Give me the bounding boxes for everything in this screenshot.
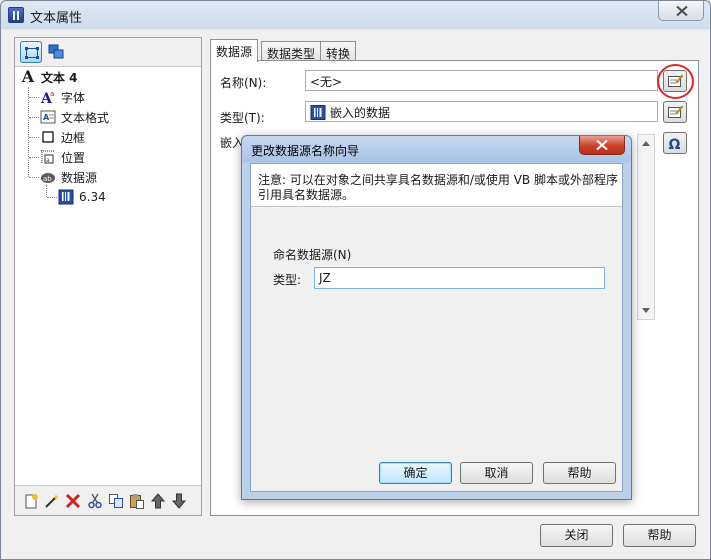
svg-text:A: A [43, 113, 50, 122]
svg-text:ab: ab [43, 175, 52, 183]
paste-icon [130, 494, 144, 509]
new-item-button[interactable] [21, 491, 41, 511]
paste-button[interactable] [127, 491, 147, 511]
window-close-button[interactable] [658, 1, 704, 21]
wizard-body: 注意: 可以在对象之间共享具名数据源和/或使用 VB 脚本或外部程序 引用具名数… [250, 163, 623, 492]
position-icon: a [40, 149, 56, 165]
tree-root-label: 文本 4 [41, 70, 78, 85]
tab-data-type[interactable]: 数据类型 [261, 41, 322, 61]
border-icon [40, 129, 56, 145]
tree-connector [29, 117, 39, 118]
tree-item-label: 6.34 [79, 190, 106, 204]
tree-item-label: 边框 [61, 130, 86, 145]
change-type-button[interactable] [663, 101, 687, 123]
tree-item-border[interactable]: 边框 [40, 127, 85, 147]
tree-item-data-source[interactable]: ab 数据源 [40, 167, 97, 187]
window-title: 文本属性 [30, 11, 83, 26]
close-icon [676, 6, 688, 16]
barcode-app-icon [8, 7, 24, 23]
delete-x-icon [65, 493, 81, 509]
object-tree-panel: A 文本 4 Aa 字体 A 文本格式 边框 a 位置 ab 数据源 6.34 [14, 37, 202, 516]
embedded-data-scrollbar[interactable] [637, 134, 655, 320]
tree-item-root[interactable]: A 文本 4 [20, 67, 78, 87]
tree-item-label: 文本格式 [61, 110, 110, 125]
name-label: 名称(N): [220, 76, 267, 90]
text-properties-window: 文本属性 A 文本 4 A a 字体 A 文本格式 边框 a 位置 ab 数据源… [0, 0, 711, 560]
text-object-icon: A [21, 67, 35, 86]
move-down-button[interactable] [169, 491, 189, 511]
embedded-data-icon [310, 105, 326, 120]
wizard-type-label: 类型: [273, 273, 302, 287]
tree-item-embedded-value[interactable]: 6.34 [58, 187, 106, 207]
tree-connector [29, 157, 39, 158]
cut-button[interactable] [85, 491, 105, 511]
tree-connector [29, 177, 39, 178]
move-up-button[interactable] [148, 491, 168, 511]
tree-connector [29, 137, 39, 138]
tree-item-text-format[interactable]: A 文本格式 [40, 107, 109, 127]
edit-properties-icon [668, 105, 683, 118]
select-object-button[interactable] [20, 41, 42, 63]
tab-conversion[interactable]: 转换 [320, 41, 357, 61]
tree-item-label: 字体 [61, 90, 86, 105]
delete-button[interactable] [63, 491, 83, 511]
svg-text:a: a [50, 90, 54, 98]
arrow-down-icon [171, 493, 187, 509]
data-source-name-input[interactable]: JZ [314, 267, 605, 289]
font-icon: Aa [40, 89, 56, 105]
close-button[interactable]: 关闭 [540, 524, 613, 547]
omega-icon: Ω [669, 137, 681, 151]
magic-wand-icon [45, 494, 60, 508]
wizard-help-button[interactable]: 帮助 [543, 462, 616, 484]
scroll-up-arrow[interactable] [642, 141, 650, 146]
tree-edit-toolbar [19, 489, 199, 513]
new-document-icon [25, 494, 38, 509]
close-icon [596, 140, 608, 150]
layers-button[interactable] [45, 41, 67, 63]
wizard-button[interactable] [42, 491, 62, 511]
wizard-note: 注意: 可以在对象之间共享具名数据源和/或使用 VB 脚本或外部程序 引用具名数… [251, 164, 622, 207]
scissors-icon [88, 493, 102, 509]
layers-icon [48, 44, 64, 59]
type-label: 类型(T): [220, 111, 265, 125]
embedded-data-icon [58, 189, 74, 205]
svg-text:Ω: Ω [669, 137, 681, 151]
rename-data-source-wizard: 更改数据源名称向导 注意: 可以在对象之间共享具名数据源和/或使用 VB 脚本或… [241, 135, 632, 500]
tree-item-position[interactable]: a 位置 [40, 147, 85, 167]
wizard-note-line: 注意: 可以在对象之间共享具名数据源和/或使用 VB 脚本或外部程序 [258, 173, 618, 187]
wizard-close-button[interactable] [579, 136, 625, 155]
copy-button[interactable] [106, 491, 126, 511]
insert-special-char-button[interactable]: Ω [663, 132, 687, 154]
type-field[interactable]: 嵌入的数据 [305, 101, 658, 122]
scroll-down-arrow[interactable] [642, 308, 650, 313]
object-tree: A 文本 4 Aa 字体 A 文本格式 边框 a 位置 ab 数据源 6.34 [15, 66, 201, 486]
wizard-note-line: 引用具名数据源。 [258, 188, 355, 202]
tab-data-source[interactable]: 数据源 [210, 39, 259, 62]
tree-connector [29, 97, 39, 98]
text-format-icon: A [40, 109, 56, 125]
name-data-source-label: 命名数据源(N) [273, 248, 352, 262]
type-value: 嵌入的数据 [330, 106, 391, 120]
tree-connector [28, 87, 29, 177]
tree-connector [47, 197, 57, 198]
tree-item-font[interactable]: Aa 字体 [40, 87, 85, 107]
arrow-up-icon [150, 493, 166, 509]
tree-item-label: 位置 [61, 150, 86, 165]
help-button[interactable]: 帮助 [623, 524, 696, 547]
title-bar: 文本属性 [1, 1, 710, 29]
data-source-icon: ab [40, 169, 56, 185]
select-frame-icon [25, 47, 39, 59]
cancel-button[interactable]: 取消 [460, 462, 533, 484]
copy-icon [109, 494, 123, 508]
wizard-title: 更改数据源名称向导 [251, 144, 360, 158]
svg-text:a: a [46, 157, 50, 164]
tree-item-label: 数据源 [61, 170, 98, 185]
highlight-circle [657, 64, 694, 99]
name-field[interactable]: <无> [305, 70, 658, 91]
ok-button[interactable]: 确定 [379, 462, 452, 484]
